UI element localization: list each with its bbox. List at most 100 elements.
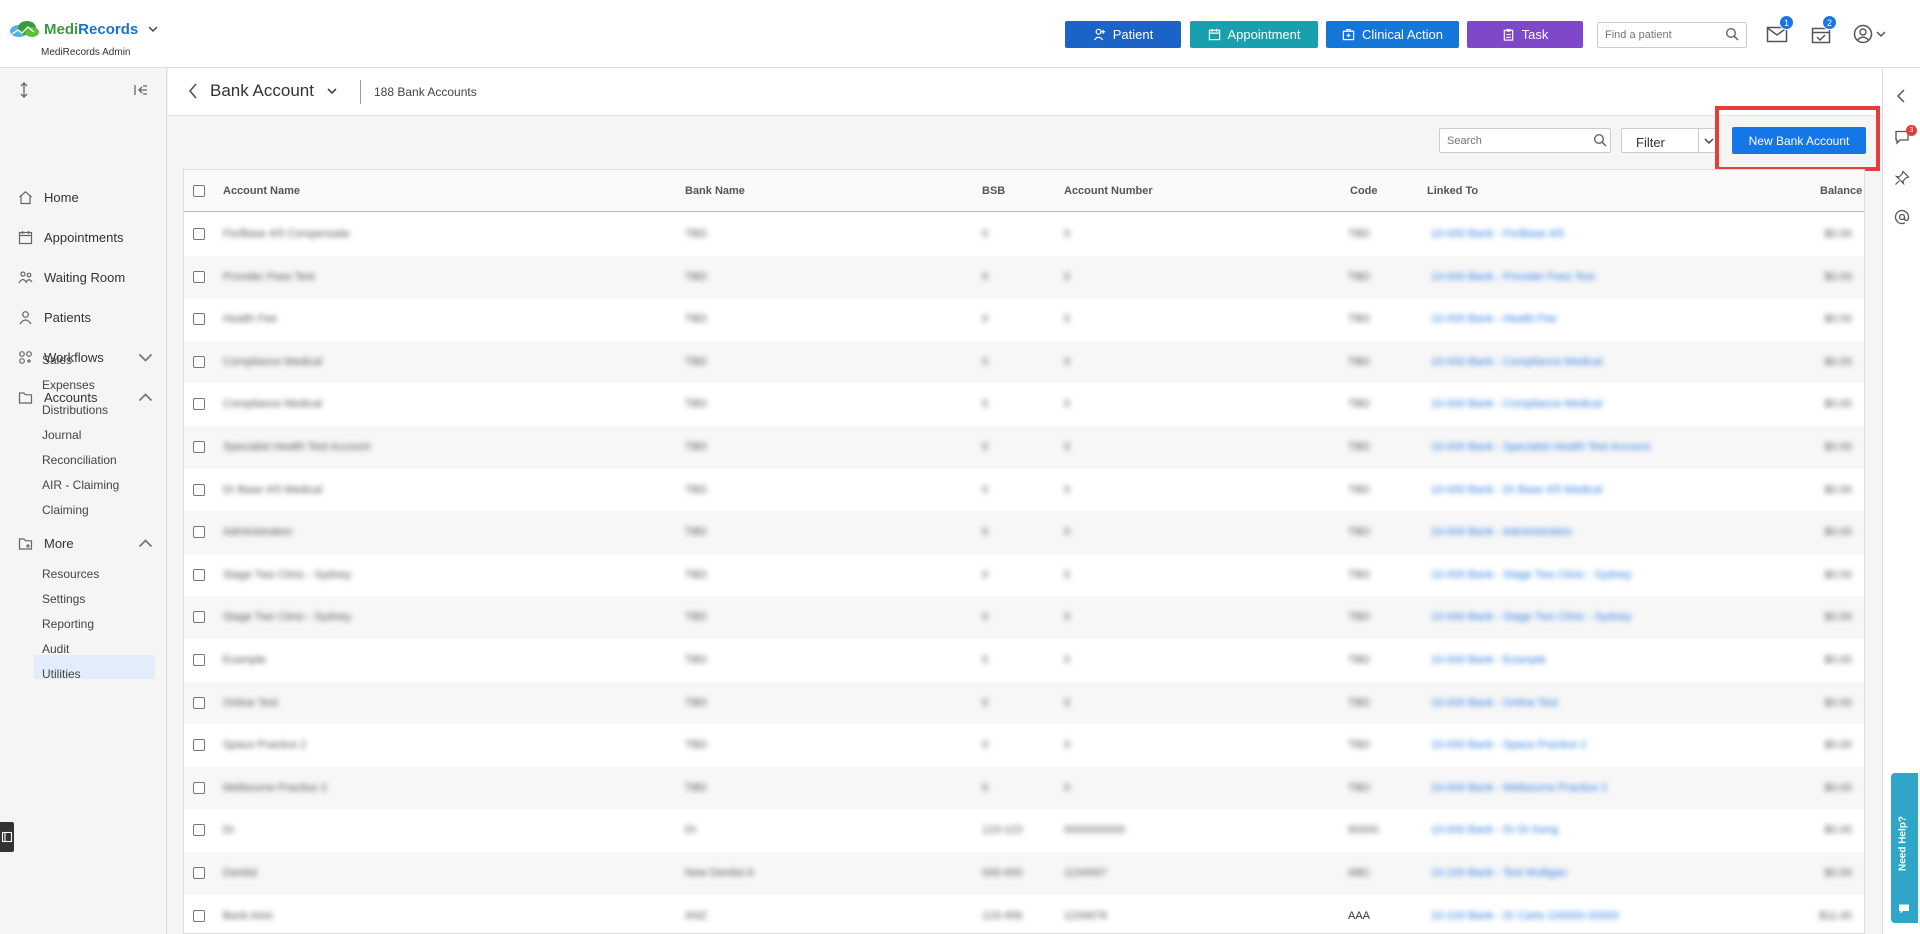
column-linked-to[interactable]: Linked To: [1427, 185, 1478, 197]
cell-linked-to[interactable]: 10-000 Bank - Online Test: [1431, 697, 1558, 709]
sidebar-sub-air-claiming[interactable]: AIR - Claiming: [42, 478, 119, 492]
cell-linked-to[interactable]: 10-000 Bank - Space Practice 2: [1431, 739, 1586, 751]
row-checkbox[interactable]: [193, 483, 205, 496]
chevron-left-icon[interactable]: [1894, 88, 1910, 104]
expand-vertical-icon[interactable]: [16, 82, 32, 98]
table-row[interactable]: Stage Two Clinic - Sydney TBD 0 0 TBD 10-000 …: [184, 596, 1864, 639]
cell-linked-to[interactable]: 10-000 Bank - Stage Two Clinic - Sydney: [1431, 569, 1631, 581]
table-row[interactable]: Dr Dr 123-123 0000000000 90000 10-000 Bank - …: [184, 809, 1864, 852]
column-balance[interactable]: Balance: [1820, 185, 1862, 197]
row-checkbox[interactable]: [193, 781, 205, 794]
cell-linked-to[interactable]: 10-000 Bank - Health Fee: [1431, 313, 1557, 325]
row-checkbox[interactable]: [193, 867, 205, 879]
row-checkbox[interactable]: [193, 441, 205, 453]
cell-linked-to[interactable]: 10-000 Bank - Stage Two Clinic - Sydney: [1431, 611, 1631, 623]
quick-panel-tab[interactable]: [0, 822, 14, 852]
new-appointment-button[interactable]: Appointment: [1190, 21, 1318, 48]
sidebar-item-more[interactable]: More: [18, 536, 153, 551]
search-input[interactable]: [1439, 128, 1611, 153]
cell-linked-to[interactable]: 10-000 Bank - Administration: [1431, 526, 1572, 538]
select-all-checkbox[interactable]: [193, 185, 205, 197]
row-checkbox[interactable]: [193, 228, 205, 240]
user-account-icon[interactable]: [1853, 24, 1889, 44]
sidebar-sub-sales[interactable]: Sales: [42, 353, 72, 367]
app-logo[interactable]: MediRecords: [8, 20, 158, 38]
row-checkbox[interactable]: [193, 526, 205, 539]
search-icon[interactable]: [1593, 133, 1607, 147]
search-icon[interactable]: [1725, 27, 1739, 41]
row-checkbox[interactable]: [193, 909, 205, 922]
new-bank-account-button[interactable]: New Bank Account: [1732, 127, 1866, 154]
sidebar-sub-settings[interactable]: Settings: [42, 592, 85, 606]
cell-linked-to[interactable]: 10-100 Bank - Dr Carlo-100000-20000: [1431, 910, 1619, 922]
sidebar-item-waiting-room[interactable]: Waiting Room: [18, 270, 153, 285]
table-row[interactable]: Fix/Base 4/5 Compensate TBD 0 0 TBD 10-000 Ba…: [184, 213, 1864, 256]
cell-linked-to[interactable]: 10-000 Bank - Specialist Health Test Acc…: [1431, 441, 1650, 453]
sidebar-sub-distributions[interactable]: Distributions: [42, 403, 108, 417]
cell-linked-to[interactable]: 10-000 Bank - Compliance Medical: [1431, 356, 1602, 368]
row-checkbox[interactable]: [193, 611, 205, 624]
row-checkbox[interactable]: [193, 739, 205, 752]
table-row[interactable]: Health Fee TBD 0 0 TBD 10-000 Bank - Health F…: [184, 298, 1864, 341]
row-checkbox[interactable]: [193, 568, 205, 581]
sidebar-sub-journal[interactable]: Journal: [42, 428, 81, 442]
chevron-down-icon[interactable]: [148, 25, 158, 33]
table-row[interactable]: Administration TBD 0 0 TBD 10-000 Bank - Admi…: [184, 511, 1864, 554]
table-row[interactable]: Dr Base 4/5 Medical TBD 0 0 TBD 10-000 Bank -…: [184, 469, 1864, 512]
row-checkbox[interactable]: [193, 313, 205, 326]
column-code[interactable]: Code: [1350, 185, 1378, 197]
sidebar-sub-reconciliation[interactable]: Reconciliation: [42, 453, 117, 467]
sidebar-item-home[interactable]: Home: [18, 190, 153, 205]
table-row[interactable]: Compliance Medical TBD 0 0 TBD 10-000 Bank - …: [184, 383, 1864, 426]
sidebar-sub-resources[interactable]: Resources: [42, 567, 99, 581]
row-checkbox[interactable]: [193, 270, 205, 283]
sidebar-item-appointments[interactable]: Appointments: [18, 230, 153, 245]
table-row[interactable]: Stage Two Clinic - Sydney TBD 0 0 TBD 10-000 …: [184, 554, 1864, 597]
table-row[interactable]: Bank AAA ANZ 123-456 1234678 AAA 10-100 Bank …: [184, 895, 1864, 933]
sidebar-item-workflows[interactable]: Workflows: [18, 350, 153, 365]
cell-linked-to[interactable]: 10-000 Bank - Fix/Base 4/5: [1431, 228, 1564, 240]
at-icon[interactable]: [1894, 209, 1910, 225]
row-checkbox[interactable]: [193, 824, 205, 837]
clinical-action-button[interactable]: Clinical Action: [1326, 21, 1459, 48]
cell-linked-to[interactable]: 10-000 Bank - Dr Base 4/5 Medical: [1431, 484, 1602, 496]
table-row[interactable]: Example TBD 0 0 TBD 10-000 Bank - Example $0.0…: [184, 639, 1864, 682]
cell-linked-to[interactable]: 10-000 Bank - Example: [1431, 654, 1546, 666]
cell-linked-to[interactable]: 10-100 Bank - Test Mulligan: [1431, 867, 1567, 879]
filter-dropdown[interactable]: Filter: [1621, 128, 1717, 153]
sidebar-sub-audit[interactable]: Audit: [42, 642, 69, 656]
column-bsb[interactable]: BSB: [982, 185, 1005, 197]
sidebar-item-patients[interactable]: Patients: [18, 310, 153, 325]
table-row[interactable]: Space Practice 2 TBD 0 0 TBD 10-000 Bank - Sp…: [184, 724, 1864, 767]
new-task-button[interactable]: Task: [1467, 21, 1583, 48]
cell-linked-to[interactable]: 10-000 Bank - Provider Fees Test: [1431, 271, 1595, 283]
column-account-number[interactable]: Account Number: [1064, 185, 1153, 197]
need-help-tab[interactable]: Need Help?: [1891, 773, 1918, 923]
sidebar-sub-utilities[interactable]: Utilities: [42, 667, 81, 681]
chevron-down-icon[interactable]: [1704, 137, 1714, 145]
cell-linked-to[interactable]: 10-000 Bank - Compliance Medical: [1431, 398, 1602, 410]
table-row[interactable]: Provider Fees Test TBD 0 0 TBD 10-000 Bank - …: [184, 255, 1864, 299]
table-row[interactable]: Dentist New Dentist A 000-000 1234567 ABC 10-…: [184, 852, 1864, 895]
sidebar-sub-reporting[interactable]: Reporting: [42, 617, 94, 631]
row-checkbox[interactable]: [193, 355, 205, 368]
page-title[interactable]: Bank Account: [210, 81, 314, 101]
row-checkbox[interactable]: [193, 696, 205, 709]
cell-linked-to[interactable]: 10-000 Bank - Dr Dr Keng: [1431, 824, 1558, 836]
collapse-sidebar-icon[interactable]: [133, 82, 149, 98]
table-row[interactable]: Melbourne Practice 2 TBD 0 0 TBD 10-000 Bank …: [184, 766, 1864, 810]
new-patient-button[interactable]: Patient: [1065, 21, 1181, 48]
table-row[interactable]: Specialist Health Test Account TBD 0 0 TBD 10…: [184, 426, 1864, 469]
table-row[interactable]: Compliance Medical TBD 0 0 TBD 10-000 Bank - …: [184, 340, 1864, 384]
column-bank-name[interactable]: Bank Name: [685, 185, 745, 197]
chevron-down-icon[interactable]: [326, 86, 338, 96]
cell-linked-to[interactable]: 10-000 Bank - Melbourne Practice 2: [1431, 782, 1607, 794]
row-checkbox[interactable]: [193, 654, 205, 666]
row-checkbox[interactable]: [193, 398, 205, 411]
sidebar-sub-claiming[interactable]: Claiming: [42, 503, 89, 517]
column-account-name[interactable]: Account Name: [223, 185, 300, 197]
table-row[interactable]: Online Test TBD 0 0 TBD 10-000 Bank - Online …: [184, 681, 1864, 725]
back-chevron-icon[interactable]: [186, 82, 200, 100]
pin-icon[interactable]: [1894, 170, 1910, 186]
sidebar-sub-expenses[interactable]: Expenses: [42, 378, 95, 392]
